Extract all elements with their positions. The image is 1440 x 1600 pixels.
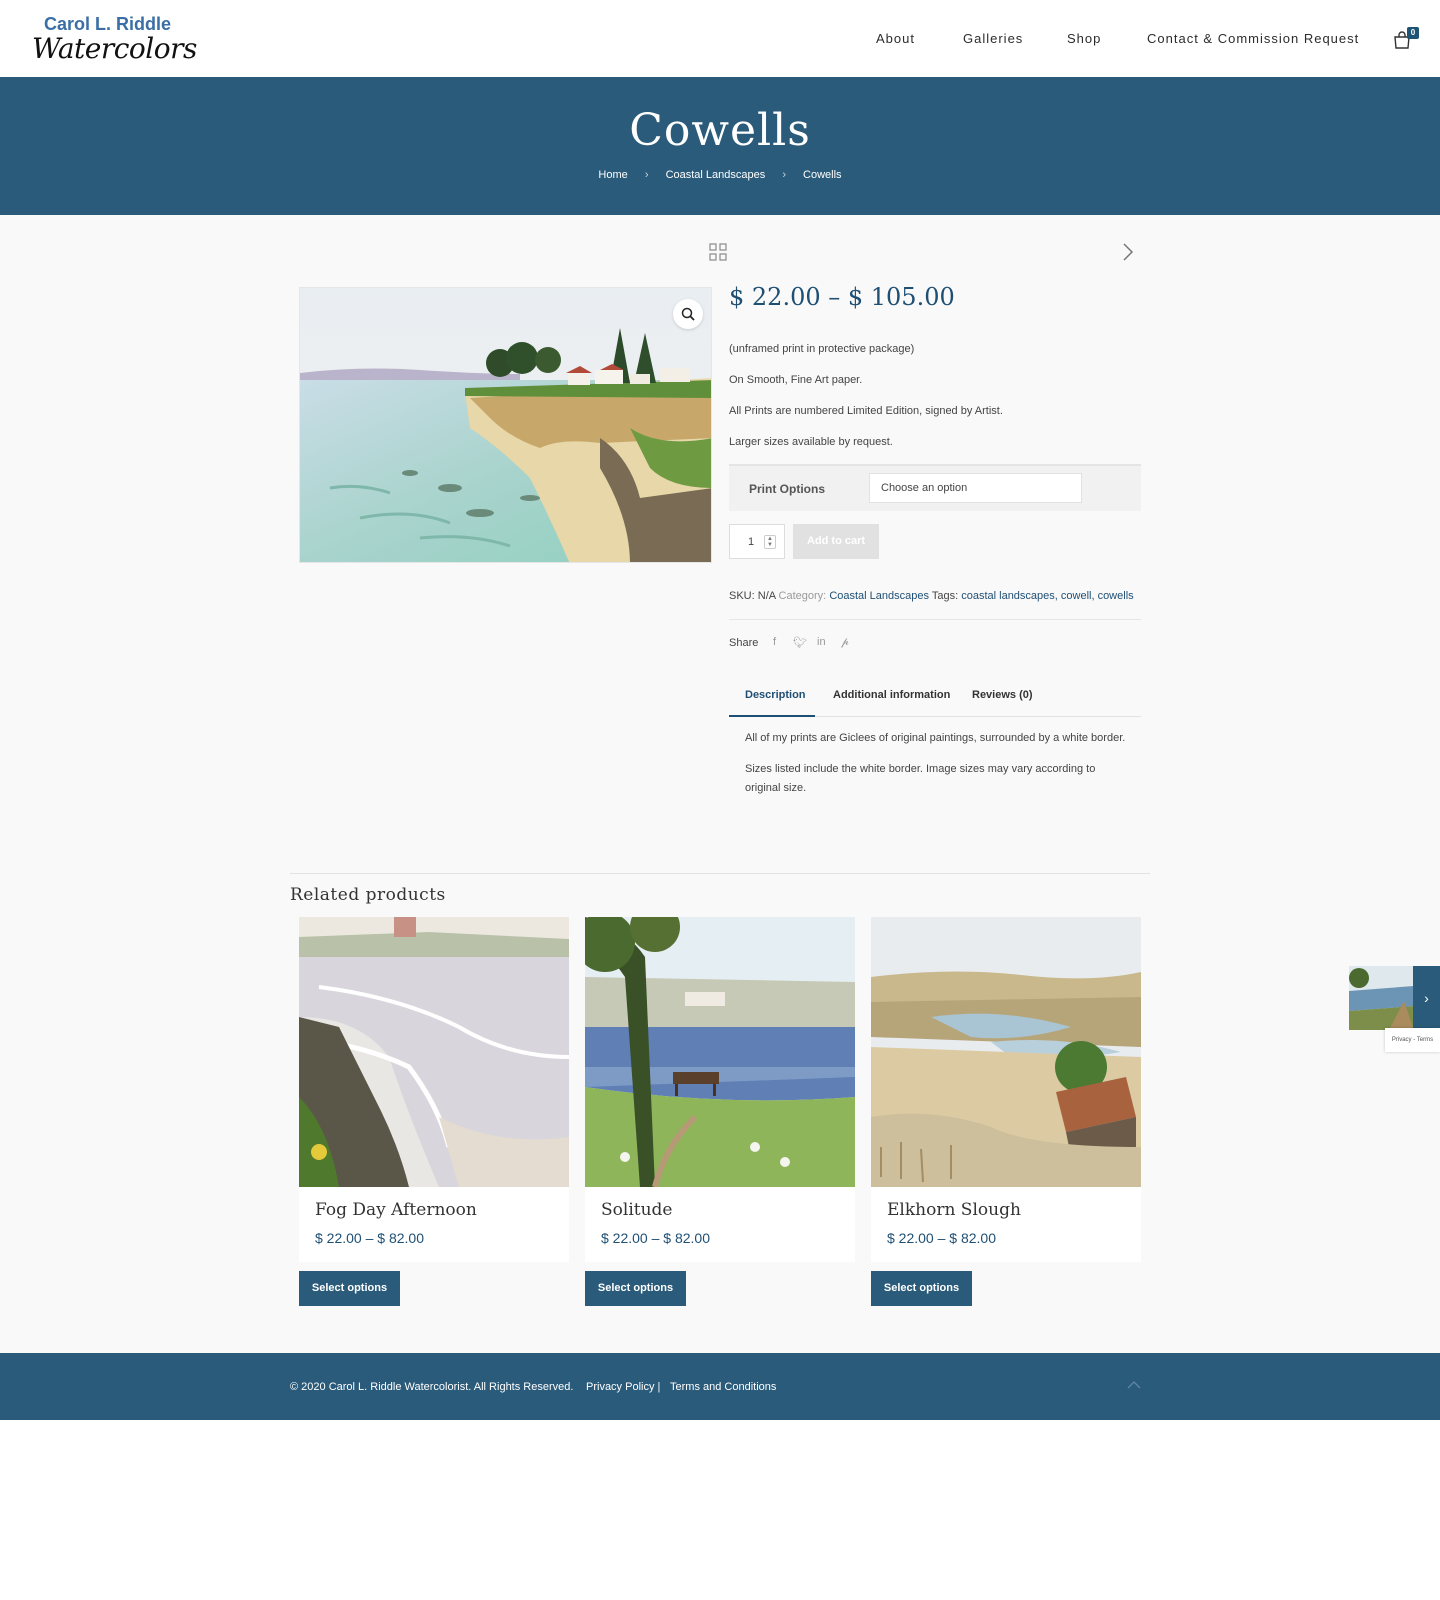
main-nav: About Galleries Shop Contact & Commissio…: [0, 31, 1440, 51]
print-options-select[interactable]: Choose an option: [869, 473, 1082, 503]
back-to-top-icon[interactable]: [1126, 1377, 1142, 1391]
breadcrumb-home[interactable]: Home: [598, 169, 627, 181]
tab-additional-information[interactable]: Additional information: [833, 689, 950, 701]
breadcrumb-current[interactable]: Cowells: [803, 169, 842, 181]
site-header: Carol L. Riddle Watercolors About Galler…: [0, 0, 1440, 77]
share-label: Share: [729, 637, 759, 649]
breadcrumb: Home › Coastal Landscapes › Cowells: [0, 169, 1440, 181]
related-product-card[interactable]: Solitude $ 22.00 – $ 82.00: [585, 917, 855, 1262]
product-price: $ 22.00 – $ 82.00: [887, 1230, 996, 1246]
product-title[interactable]: Fog Day Afternoon: [315, 1200, 477, 1220]
spinner-arrows-icon[interactable]: ▲ ▼: [764, 535, 776, 549]
select-options-button[interactable]: Select options: [585, 1271, 686, 1306]
next-product-arrow-icon[interactable]: ›: [1413, 966, 1440, 1030]
nav-item-shop[interactable]: Shop: [1067, 31, 1101, 46]
cowells-painting: [300, 288, 711, 562]
description-line: original size.: [745, 782, 807, 794]
active-tab-indicator: [729, 715, 815, 717]
short-desc-line: All Prints are numbered Limited Edition,…: [729, 405, 1003, 417]
product-thumbnail[interactable]: [585, 917, 855, 1187]
description-line: Sizes listed include the white border. I…: [745, 763, 1096, 775]
tab-reviews[interactable]: Reviews (0): [972, 689, 1033, 701]
short-desc-line: Larger sizes available by request.: [729, 436, 893, 448]
tab-description[interactable]: Description: [745, 689, 806, 701]
page-title-banner: Cowells Home › Coastal Landscapes › Cowe…: [0, 77, 1440, 215]
tags-links[interactable]: coastal landscapes, cowell, cowells: [961, 590, 1133, 602]
breadcrumb-separator-icon: ›: [782, 169, 786, 181]
grid-view-icon[interactable]: [709, 243, 727, 261]
product-tabs: Description Additional information Revie…: [729, 675, 1141, 717]
divider: [290, 873, 1150, 874]
fog-day-afternoon-painting: [299, 917, 569, 1187]
related-product-card[interactable]: Elkhorn Slough $ 22.00 – $ 82.00: [871, 917, 1141, 1262]
privacy-policy-link[interactable]: Privacy Policy |: [586, 1381, 660, 1393]
cart-button[interactable]: 0: [1393, 27, 1419, 51]
divider: [729, 619, 1141, 620]
add-to-cart-button[interactable]: Add to cart: [793, 524, 879, 559]
variations-row: Print Options Choose an option: [729, 464, 1141, 511]
description-line: All of my prints are Giclees of original…: [745, 732, 1126, 744]
product-price: $ 22.00 – $ 82.00: [315, 1230, 424, 1246]
short-desc-line: (unframed print in protective package): [729, 343, 915, 355]
quantity-value: 1: [748, 536, 755, 548]
related-product-card[interactable]: Fog Day Afternoon $ 22.00 – $ 82.00: [299, 917, 569, 1262]
price-range: $ 22.00 – $ 105.00: [729, 283, 955, 311]
page-title: Cowells: [629, 105, 811, 156]
zoom-icon[interactable]: [673, 299, 703, 329]
next-product-arrow-icon[interactable]: [1120, 241, 1136, 263]
facebook-icon[interactable]: f: [773, 636, 776, 648]
tags-label: Tags:: [931, 590, 959, 602]
nav-item-galleries[interactable]: Galleries: [963, 31, 1023, 46]
product-title[interactable]: Solitude: [601, 1200, 672, 1220]
sku-value: N/A: [757, 590, 776, 602]
nav-item-about[interactable]: About: [876, 31, 915, 46]
elkhorn-slough-painting: [871, 917, 1141, 1187]
product-price: $ 22.00 – $ 82.00: [601, 1230, 710, 1246]
pinterest-icon[interactable]: 𝓅: [841, 636, 849, 649]
recaptcha-badge[interactable]: Privacy - Terms: [1385, 1028, 1440, 1052]
sku-label: SKU:: [729, 590, 755, 602]
next-product-painting: [1349, 966, 1414, 1030]
site-footer: © 2020 Carol L. Riddle Watercolorist. Al…: [0, 1353, 1440, 1420]
product-main: $ 22.00 – $ 105.00 (unframed print in pr…: [0, 215, 1440, 1353]
cart-count-badge: 0: [1407, 27, 1419, 39]
product-meta: SKU: N/A Category: Coastal Landscapes Ta…: [729, 590, 1134, 602]
breadcrumb-category[interactable]: Coastal Landscapes: [666, 169, 766, 181]
quantity-stepper[interactable]: 1 ▲ ▼: [729, 524, 785, 559]
linkedin-icon[interactable]: in: [817, 636, 826, 648]
select-options-button[interactable]: Select options: [299, 1271, 400, 1306]
next-product-thumbnail[interactable]: [1349, 966, 1414, 1030]
nav-item-contact[interactable]: Contact & Commission Request: [1147, 31, 1359, 46]
terms-link[interactable]: Terms and Conditions: [670, 1381, 776, 1393]
related-products-heading: Related products: [290, 885, 446, 905]
category-label: Category:: [778, 590, 827, 602]
copyright-text: © 2020 Carol L. Riddle Watercolorist. Al…: [290, 1381, 574, 1393]
twitter-icon[interactable]: 🐦︎: [793, 636, 807, 649]
product-thumbnail[interactable]: [871, 917, 1141, 1187]
share-icons: f 🐦︎ in 𝓅: [773, 636, 863, 650]
breadcrumb-separator-icon: ›: [644, 169, 649, 181]
short-desc-line: On Smooth, Fine Art paper.: [729, 374, 863, 386]
product-image[interactable]: [299, 287, 712, 563]
product-title[interactable]: Elkhorn Slough: [887, 1200, 1021, 1220]
category-link[interactable]: Coastal Landscapes: [829, 590, 929, 602]
solitude-painting: [585, 917, 855, 1187]
select-options-button[interactable]: Select options: [871, 1271, 972, 1306]
print-options-label: Print Options: [749, 482, 825, 496]
product-thumbnail[interactable]: [299, 917, 569, 1187]
